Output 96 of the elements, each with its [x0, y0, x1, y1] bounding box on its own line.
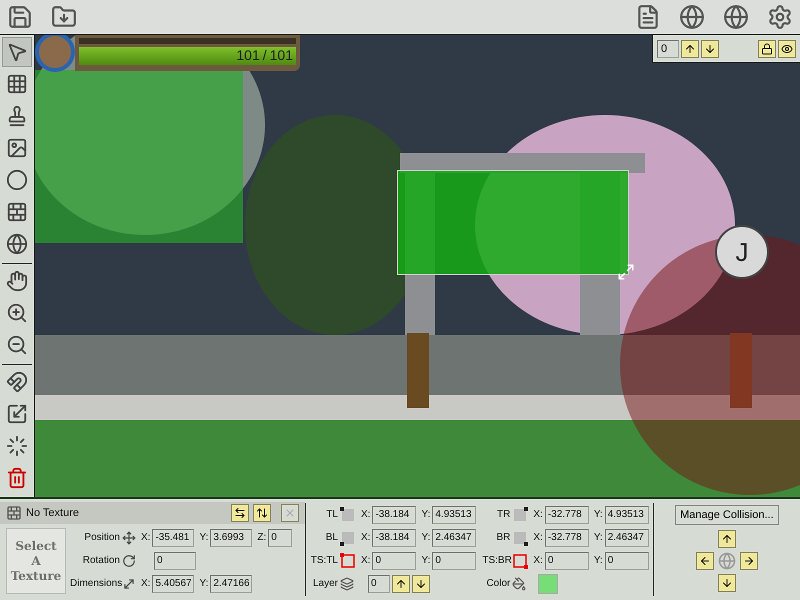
value-field[interactable]: 4.93513	[432, 506, 476, 524]
axis-label: Y:	[199, 532, 208, 543]
layer-field[interactable]: 0	[368, 574, 390, 592]
axis-label: X:	[361, 509, 370, 520]
corner-icon	[512, 506, 528, 522]
value-field[interactable]: 0	[432, 552, 476, 570]
corner-icon	[340, 552, 356, 568]
corner-label: BL	[324, 532, 338, 543]
paint-bucket-icon	[512, 576, 526, 590]
corner-icon	[512, 552, 528, 568]
axis-label: Y:	[421, 509, 430, 520]
resize-handle-icon[interactable]	[617, 263, 635, 281]
corner-label: TS:TL	[310, 555, 338, 566]
up-arrow-icon	[684, 42, 696, 54]
value-field[interactable]: -35.481	[152, 528, 194, 546]
color-swatch[interactable]	[538, 574, 558, 594]
corner-icon	[340, 530, 356, 546]
flip-vertical-button[interactable]	[253, 504, 271, 522]
axis-label: X:	[361, 532, 370, 543]
color-label: Color	[485, 578, 510, 589]
left-arrow-icon	[698, 555, 711, 567]
right-arrow-icon	[742, 555, 755, 567]
layer-field[interactable]: 0	[657, 40, 679, 58]
value-field[interactable]: 0	[544, 552, 589, 570]
axis-label: X:	[533, 509, 543, 520]
resize-icon	[122, 576, 136, 590]
nudge-up-button[interactable]	[718, 530, 736, 548]
brick-wall-icon	[6, 505, 22, 521]
layer-icon	[340, 576, 354, 590]
down-arrow-icon	[704, 42, 716, 54]
lock-button[interactable]	[758, 40, 776, 58]
pointer-icon[interactable]	[2, 37, 32, 67]
corner-label: TS:BR	[482, 555, 510, 566]
value-field[interactable]: -38.184	[372, 528, 416, 546]
save-icon[interactable]	[6, 3, 34, 31]
axis-label: Y:	[421, 555, 430, 566]
axis-label: X:	[533, 555, 543, 566]
axis-label: Y:	[594, 509, 603, 520]
value-field[interactable]: 0	[268, 528, 292, 546]
max-health-value: 101	[270, 47, 293, 63]
axis-label: X:	[141, 532, 150, 543]
axis-label: Y:	[594, 532, 603, 543]
layer-label: Layer	[312, 578, 338, 589]
axis-label: Y:	[421, 532, 430, 543]
rotate-icon	[122, 554, 136, 568]
value-field[interactable]: 2.46347	[432, 528, 476, 546]
manage-collision-button[interactable]: Manage Collision...	[675, 505, 779, 525]
nudge-left-button[interactable]	[696, 552, 714, 570]
up-button[interactable]	[392, 574, 410, 592]
select-texture-button[interactable]: Select A Texture	[6, 528, 66, 594]
corner-icon	[512, 530, 528, 546]
value-field[interactable]: -38.184	[372, 506, 416, 524]
corner-icon	[340, 506, 356, 522]
move-icon	[122, 530, 136, 544]
value-field[interactable]: 2.46347	[604, 528, 649, 546]
up-arrow-icon	[720, 533, 733, 545]
up-button[interactable]	[681, 40, 699, 58]
value-field[interactable]: 3.6993	[210, 528, 252, 546]
corner-label: BR	[495, 532, 510, 543]
close-icon	[284, 507, 296, 519]
nudge-right-button[interactable]	[740, 552, 758, 570]
axis-label: Y:	[594, 555, 603, 566]
value-field[interactable]: -32.778	[544, 528, 589, 546]
globe-icon	[718, 552, 736, 570]
field-label: Rotation	[82, 555, 120, 566]
health-separator: /	[262, 47, 267, 63]
nudge-down-button[interactable]	[718, 574, 736, 592]
horizontal-arrows-icon	[234, 507, 246, 519]
corner-label: TL	[325, 509, 338, 520]
lock-icon	[761, 42, 773, 54]
up-arrow-icon	[395, 578, 407, 590]
value-field[interactable]: 0	[154, 552, 196, 570]
value-field[interactable]: -32.778	[544, 506, 589, 524]
down-arrow-icon	[720, 577, 733, 589]
field-label: Dimensions	[70, 578, 120, 589]
flip-horizontal-button[interactable]	[231, 504, 249, 522]
axis-label: X:	[361, 555, 370, 566]
value-field[interactable]: 0	[372, 552, 416, 570]
axis-label: Y:	[199, 578, 208, 589]
eye-button[interactable]	[778, 40, 796, 58]
value-field[interactable]: 5.40567	[152, 574, 194, 592]
eye-icon	[781, 42, 793, 54]
value-field[interactable]: 4.93513	[604, 506, 649, 524]
axis-label: Z:	[257, 532, 266, 543]
field-label: Position	[83, 532, 120, 543]
vertical-arrows-icon	[256, 507, 268, 519]
value-field[interactable]: 2.47166	[210, 574, 252, 592]
down-button[interactable]	[412, 574, 430, 592]
health-value: 101	[236, 47, 260, 63]
axis-label: X:	[533, 532, 543, 543]
down-button[interactable]	[701, 40, 719, 58]
axis-label: X:	[141, 578, 150, 589]
texture-name: No Texture	[26, 507, 79, 519]
corner-label: TR	[496, 509, 510, 520]
value-field[interactable]: 0	[604, 552, 649, 570]
down-arrow-icon	[415, 578, 427, 590]
